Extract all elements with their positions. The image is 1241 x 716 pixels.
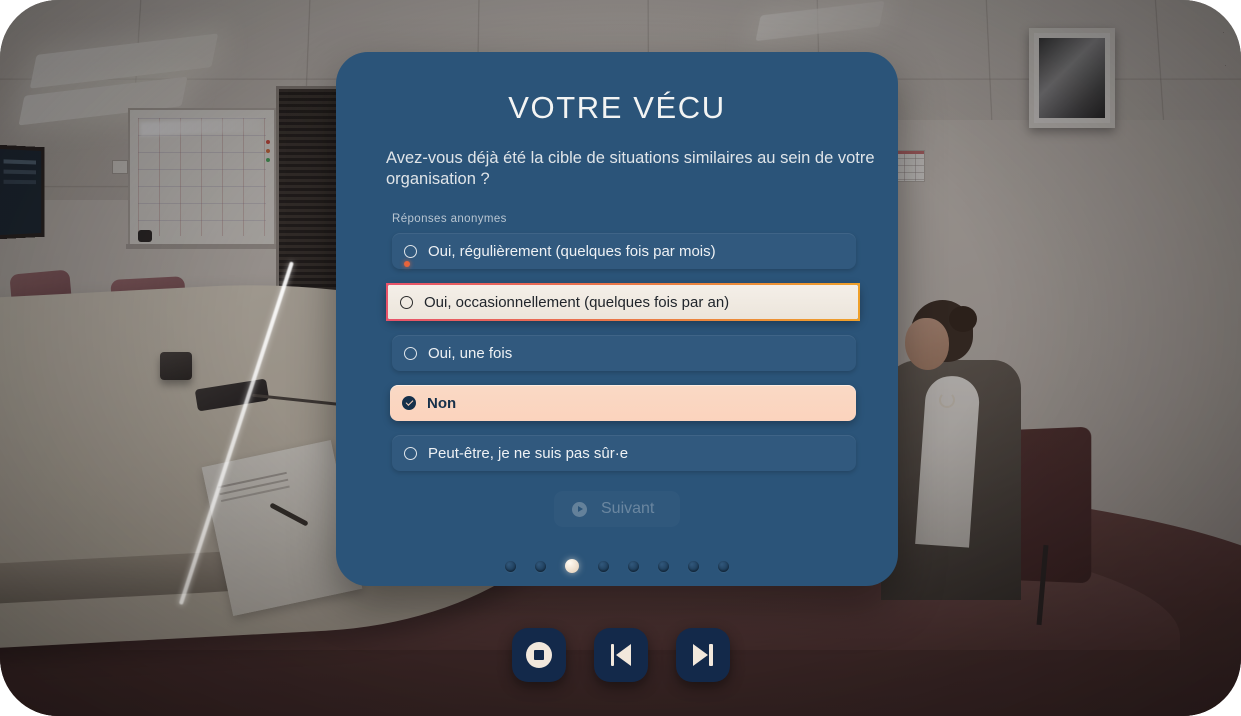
answer-options-list: Oui, régulièrement (quelques fois par mo… bbox=[364, 233, 870, 472]
radio-unchecked-icon bbox=[400, 295, 413, 309]
answer-option-label: Oui, occasionnellement (quelques fois pa… bbox=[424, 293, 730, 311]
anonymous-answers-label: Réponses anonymes bbox=[392, 213, 507, 226]
page-title: VOTRE VÉCU bbox=[508, 90, 726, 125]
survey-question: Avez-vous déjà été la cible de situation… bbox=[386, 149, 875, 188]
skip-forward-icon bbox=[690, 643, 716, 667]
pagination-dot-4[interactable] bbox=[598, 560, 609, 572]
radio-checked-icon bbox=[402, 396, 416, 411]
survey-panel: VOTRE VÉCU Avez-vous déjà été la cible d… bbox=[336, 52, 898, 586]
vr-viewport: VOTRE VÉCU Avez-vous déjà été la cible d… bbox=[0, 0, 1241, 716]
next-button-label: Suivant bbox=[601, 500, 655, 518]
answer-option-1[interactable]: Oui, occasionnellement (quelques fois pa… bbox=[386, 283, 860, 322]
wall-note bbox=[112, 160, 128, 174]
whiteboard-diagram bbox=[138, 118, 266, 236]
radio-unchecked-icon bbox=[404, 244, 417, 258]
next-button[interactable]: Suivant bbox=[554, 491, 680, 527]
radio-unchecked-icon bbox=[404, 446, 417, 460]
radio-unchecked-icon bbox=[404, 346, 417, 360]
wall-monitor bbox=[0, 144, 45, 240]
framed-picture-image bbox=[1039, 38, 1105, 118]
pagination-dot-1[interactable] bbox=[505, 560, 516, 572]
answer-option-label: Non bbox=[427, 394, 457, 412]
framed-picture bbox=[1029, 28, 1115, 128]
table-device bbox=[160, 352, 192, 380]
pagination-dot-7[interactable] bbox=[688, 560, 699, 572]
whiteboard bbox=[128, 108, 276, 246]
pagination-dot-3[interactable] bbox=[565, 559, 579, 574]
whiteboard-tray bbox=[126, 244, 278, 249]
answer-option-0[interactable]: Oui, régulièrement (quelques fois par mo… bbox=[392, 233, 856, 270]
next-button-container: Suivant bbox=[364, 491, 870, 527]
door-indicator-lights bbox=[266, 140, 270, 144]
media-controls-bar bbox=[0, 628, 1241, 682]
answer-option-label: Oui, une fois bbox=[428, 344, 513, 362]
answer-option-3[interactable]: Non bbox=[390, 385, 856, 422]
previous-button[interactable] bbox=[593, 628, 648, 682]
answer-option-2[interactable]: Oui, une fois bbox=[392, 335, 856, 372]
skip-back-icon bbox=[608, 643, 634, 667]
pagination-dot-2[interactable] bbox=[535, 560, 546, 572]
play-circle-icon bbox=[572, 501, 587, 517]
stop-icon bbox=[525, 642, 552, 668]
next-scene-button[interactable] bbox=[675, 628, 730, 682]
person-hair-bun bbox=[949, 306, 977, 332]
vr-laser-cursor-dot bbox=[404, 261, 410, 267]
pagination-dot-8[interactable] bbox=[718, 560, 729, 572]
answer-option-label: Peut-être, je ne suis pas sûr·e bbox=[428, 444, 629, 462]
stop-button[interactable] bbox=[511, 628, 566, 682]
seated-person bbox=[875, 300, 1045, 600]
pagination-dots bbox=[364, 559, 870, 574]
whiteboard-marker bbox=[138, 230, 152, 242]
answer-option-4[interactable]: Peut-être, je ne suis pas sûr·e bbox=[392, 435, 856, 472]
pagination-dot-5[interactable] bbox=[628, 560, 639, 572]
person-necklace bbox=[939, 392, 955, 408]
pagination-dot-6[interactable] bbox=[658, 560, 669, 572]
answer-option-label: Oui, régulièrement (quelques fois par mo… bbox=[428, 242, 716, 260]
person-face bbox=[905, 318, 949, 370]
